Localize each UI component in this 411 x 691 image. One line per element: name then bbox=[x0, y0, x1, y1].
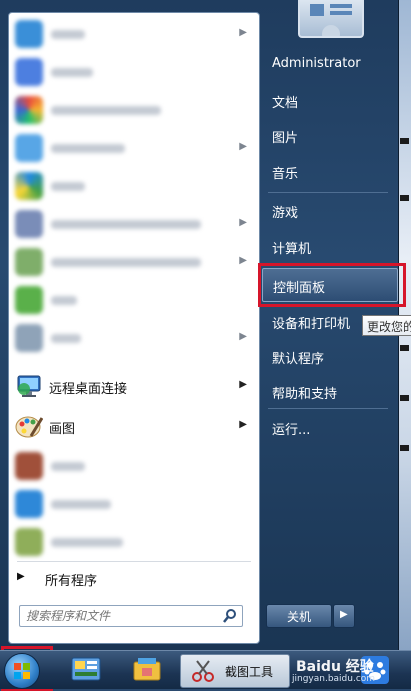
menu-item-label: 游戏 bbox=[272, 206, 299, 221]
submenu-arrow-icon[interactable]: ▶ bbox=[239, 379, 247, 390]
taskbar-snipping-tool[interactable]: 截图工具 bbox=[180, 654, 290, 688]
program-label: 远程桌面连接 bbox=[49, 382, 128, 397]
submenu-arrow-icon[interactable]: ▶ bbox=[239, 419, 247, 430]
program-remote-desktop[interactable]: 远程桌面连接 ▶ bbox=[9, 367, 259, 405]
folder-icon bbox=[133, 658, 161, 681]
list-item[interactable]: ▶ bbox=[9, 129, 259, 167]
list-item[interactable]: ▶ bbox=[9, 319, 259, 357]
program-label: 画图 bbox=[49, 422, 76, 437]
search-box[interactable] bbox=[19, 605, 243, 627]
menu-item-label: Administrator bbox=[272, 56, 361, 71]
menu-item-label: 图片 bbox=[272, 131, 299, 146]
start-button[interactable] bbox=[4, 653, 40, 689]
menu-item-label: 计算机 bbox=[272, 242, 312, 257]
tooltip-text: 更改您的 bbox=[367, 320, 411, 334]
all-programs-label: 所有程序 bbox=[45, 574, 98, 589]
user-administrator[interactable]: Administrator bbox=[262, 47, 396, 81]
music[interactable]: 音乐 bbox=[262, 154, 396, 188]
list-item[interactable] bbox=[9, 281, 259, 319]
control-panel-icon bbox=[71, 657, 101, 681]
triangle-right-icon: ▶ bbox=[340, 609, 348, 620]
list-item[interactable]: ▶ bbox=[9, 243, 259, 281]
menu-item-label: 运行... bbox=[272, 423, 311, 438]
default-programs[interactable]: 默认程序 bbox=[262, 339, 396, 373]
shutdown-label: 关机 bbox=[286, 610, 311, 624]
start-menu-programs-pane: ▶ ▶ ▶ ▶ ▶ 远程桌面连接 ▶ 画图 ▶ ▶ 所有程序 搜索程序和文件 bbox=[8, 12, 260, 644]
list-item[interactable] bbox=[9, 485, 259, 523]
list-item[interactable] bbox=[9, 91, 259, 129]
list-item[interactable] bbox=[9, 447, 259, 485]
user-picture bbox=[298, 0, 364, 43]
watermark-url: jingyan.baidu.com bbox=[292, 674, 376, 684]
pictures[interactable]: 图片 bbox=[262, 118, 396, 152]
menu-item-label: 音乐 bbox=[272, 167, 299, 182]
taskbar-explorer-button[interactable] bbox=[64, 654, 110, 686]
menu-item-label: 设备和打印机 bbox=[272, 317, 351, 332]
menu-item-label: 文档 bbox=[272, 96, 299, 111]
task-label: 截图工具 bbox=[225, 665, 274, 679]
menu-item-label: 默认程序 bbox=[272, 352, 325, 367]
help-and-support[interactable]: 帮助和支持 bbox=[262, 374, 396, 408]
windows-logo-icon bbox=[14, 663, 30, 679]
list-item[interactable]: ▶ bbox=[9, 205, 259, 243]
triangle-right-icon: ▶ bbox=[17, 571, 25, 582]
paint-icon bbox=[15, 412, 44, 440]
menu-item-label: 帮助和支持 bbox=[272, 387, 338, 402]
highlight-box bbox=[258, 263, 406, 307]
search-input[interactable] bbox=[26, 608, 216, 623]
shutdown-button[interactable]: 关机 bbox=[266, 604, 332, 628]
computer[interactable]: 计算机 bbox=[262, 229, 396, 263]
list-item[interactable] bbox=[9, 167, 259, 205]
run[interactable]: 运行... bbox=[262, 410, 396, 444]
scissors-icon bbox=[192, 660, 214, 682]
documents[interactable]: 文档 bbox=[262, 83, 396, 117]
taskbar-app-button[interactable] bbox=[124, 654, 170, 686]
start-menu: ▶ ▶ ▶ ▶ ▶ 远程桌面连接 ▶ 画图 ▶ ▶ 所有程序 搜索程序和文件 A… bbox=[0, 0, 411, 650]
remote-desktop-icon bbox=[15, 372, 43, 400]
divider bbox=[17, 561, 251, 562]
program-paint[interactable]: 画图 ▶ bbox=[9, 407, 259, 445]
list-item[interactable] bbox=[9, 53, 259, 91]
watermark-text: Baidu 经验 bbox=[296, 659, 374, 675]
shutdown-options-button[interactable]: ▶ bbox=[333, 604, 355, 628]
list-item[interactable]: ▶ bbox=[9, 15, 259, 53]
search-icon[interactable] bbox=[222, 608, 238, 624]
list-item[interactable] bbox=[9, 523, 259, 561]
games[interactable]: 游戏 bbox=[262, 193, 396, 227]
tooltip: 更改您的 bbox=[362, 315, 411, 336]
divider bbox=[268, 408, 388, 409]
all-programs-button[interactable]: ▶ 所有程序 bbox=[9, 563, 259, 593]
